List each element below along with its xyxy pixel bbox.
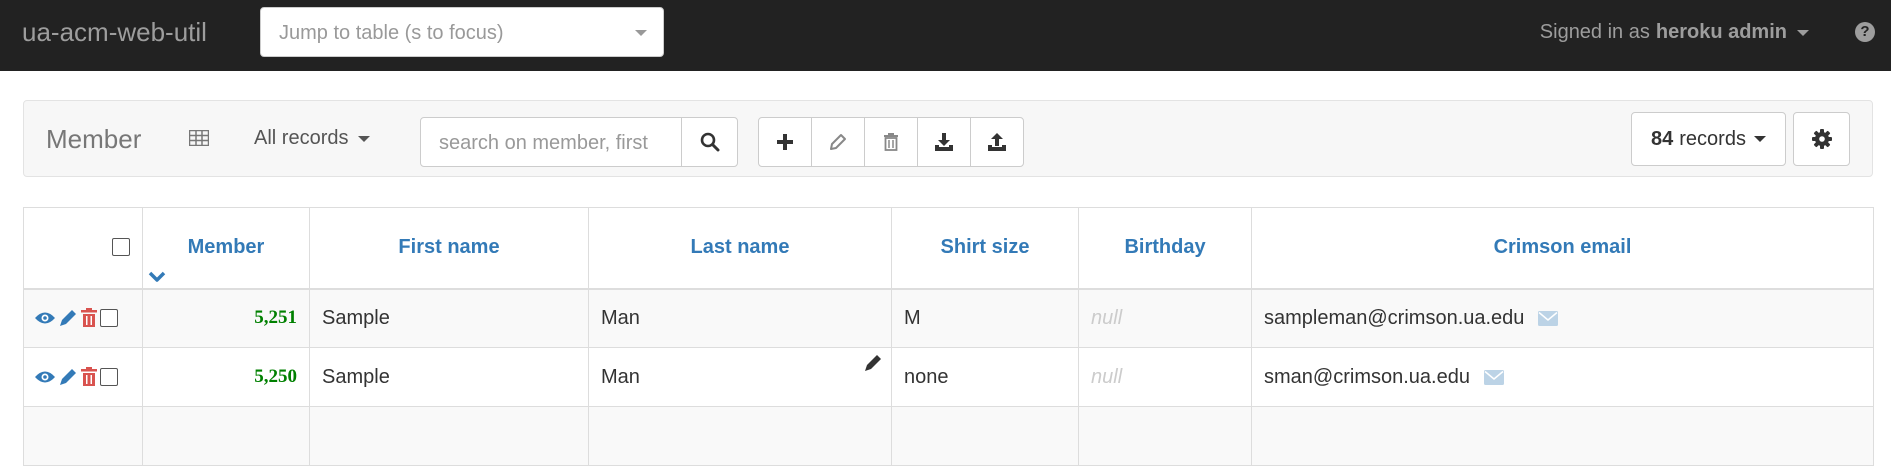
column-header-label: First name [398,236,500,259]
top-navbar: ua-acm-web-util Jump to table (s to focu… [0,0,1891,71]
envelope-icon[interactable] [1483,369,1504,385]
record-actions-group [758,117,1024,167]
column-header-label: Crimson email [1493,236,1632,259]
row-select-checkbox[interactable] [100,309,118,328]
delete-trash-icon[interactable] [80,308,98,328]
crimson-email-cell: sman@crimson.ua.edu [1251,347,1874,407]
upload-button[interactable] [970,117,1024,167]
shirt-size-cell: M [891,288,1079,348]
row-select-checkbox[interactable] [100,368,118,387]
column-header-first-name[interactable]: First name [309,207,589,290]
column-header-member[interactable]: Member [142,207,310,290]
table-row: 5,251 Sample Man M null sampleman@crimso… [23,288,1874,348]
last-name-cell: Man [588,347,892,407]
column-header-crimson-email[interactable]: Crimson email [1251,207,1874,290]
column-header-label: Last name [690,236,790,259]
records-table: Member First name Last name Shirt size B… [23,207,1874,466]
search-input[interactable]: search on member, first [420,117,682,167]
delete-trash-icon[interactable] [80,367,98,387]
chevron-down-icon [635,30,647,36]
birthday-cell [1078,406,1252,466]
table-header-row: Member First name Last name Shirt size B… [23,207,1874,290]
envelope-icon[interactable] [1537,310,1558,326]
row-actions-cell [23,406,143,466]
table-row: 5,250 Sample Man none null sman@crimson.… [23,347,1874,407]
column-header-last-name[interactable]: Last name [588,207,892,290]
user-menu[interactable]: Signed in as heroku admin [1540,21,1809,44]
table-row-partial [23,406,1874,466]
search-icon [700,132,720,152]
add-record-button[interactable] [758,117,812,167]
sort-chevron-down-icon[interactable] [147,270,167,284]
select-all-checkbox[interactable] [112,238,130,256]
birthday-cell: null [1078,347,1252,407]
row-actions-cell [23,347,143,407]
caret-down-icon [1753,136,1766,142]
email-text: sampleman@crimson.ua.edu [1264,306,1525,329]
column-header-shirt-size[interactable]: Shirt size [891,207,1079,290]
edit-pencil-icon[interactable] [58,308,78,328]
help-icon[interactable]: ? [1855,22,1875,42]
trash-icon [884,133,898,151]
records-count: 84 [1651,127,1674,150]
select-all-header [23,207,143,290]
first-name-cell: Sample [309,288,589,348]
shirt-size-cell: none [891,347,1079,407]
row-actions-cell [23,288,143,348]
last-name-cell [588,406,892,466]
inline-edit-pencil-icon[interactable] [863,353,883,373]
view-eye-icon[interactable] [34,369,56,385]
crimson-email-cell [1251,406,1874,466]
upload-icon [988,133,1006,151]
table-toolbar: Member All records search on member, fir… [23,100,1873,177]
edit-pencil-icon[interactable] [58,367,78,387]
column-header-label: Member [187,236,265,259]
member-id-cell: 5,251 [142,288,310,348]
caret-down-icon [358,135,371,142]
first-name-cell: Sample [309,347,589,407]
first-name-cell [309,406,589,466]
signed-in-user: heroku admin [1655,21,1787,43]
records-table-container: Member First name Last name Shirt size B… [23,207,1874,466]
page-title: Member [46,124,142,154]
download-button[interactable] [917,117,971,167]
gear-icon [1811,129,1832,149]
birthday-cell: null [1078,288,1252,348]
column-header-label: Shirt size [940,236,1030,259]
crimson-email-cell: sampleman@crimson.ua.edu [1251,288,1874,348]
records-count-dropdown[interactable]: 84 records [1631,112,1786,166]
column-header-label: Birthday [1124,236,1206,259]
records-filter-dropdown[interactable]: All records [254,127,371,150]
last-name-cell: Man [588,288,892,348]
pencil-icon [830,134,846,150]
member-id-cell: 5,250 [142,347,310,407]
view-eye-icon[interactable] [34,310,56,326]
jump-to-table-select[interactable]: Jump to table (s to focus) [260,7,664,57]
plus-icon [777,134,793,150]
download-icon [935,133,953,151]
records-filter-label: All records [254,127,349,149]
delete-record-button[interactable] [864,117,918,167]
settings-button[interactable] [1793,112,1850,166]
search-placeholder: search on member, first [439,132,648,154]
signed-in-prefix: Signed in as [1539,21,1650,43]
email-text: sman@crimson.ua.edu [1264,365,1470,388]
last-name-text: Man [601,365,640,388]
jump-to-table-placeholder: Jump to table (s to focus) [279,22,504,44]
edit-record-button[interactable] [811,117,865,167]
app-brand-link[interactable]: ua-acm-web-util [22,17,207,48]
records-label: records [1679,127,1746,150]
shirt-size-cell [891,406,1079,466]
column-header-birthday[interactable]: Birthday [1078,207,1252,290]
member-id-cell [142,406,310,466]
search-button[interactable] [681,117,738,167]
caret-down-icon [1797,29,1809,36]
table-grid-icon[interactable] [189,130,209,146]
